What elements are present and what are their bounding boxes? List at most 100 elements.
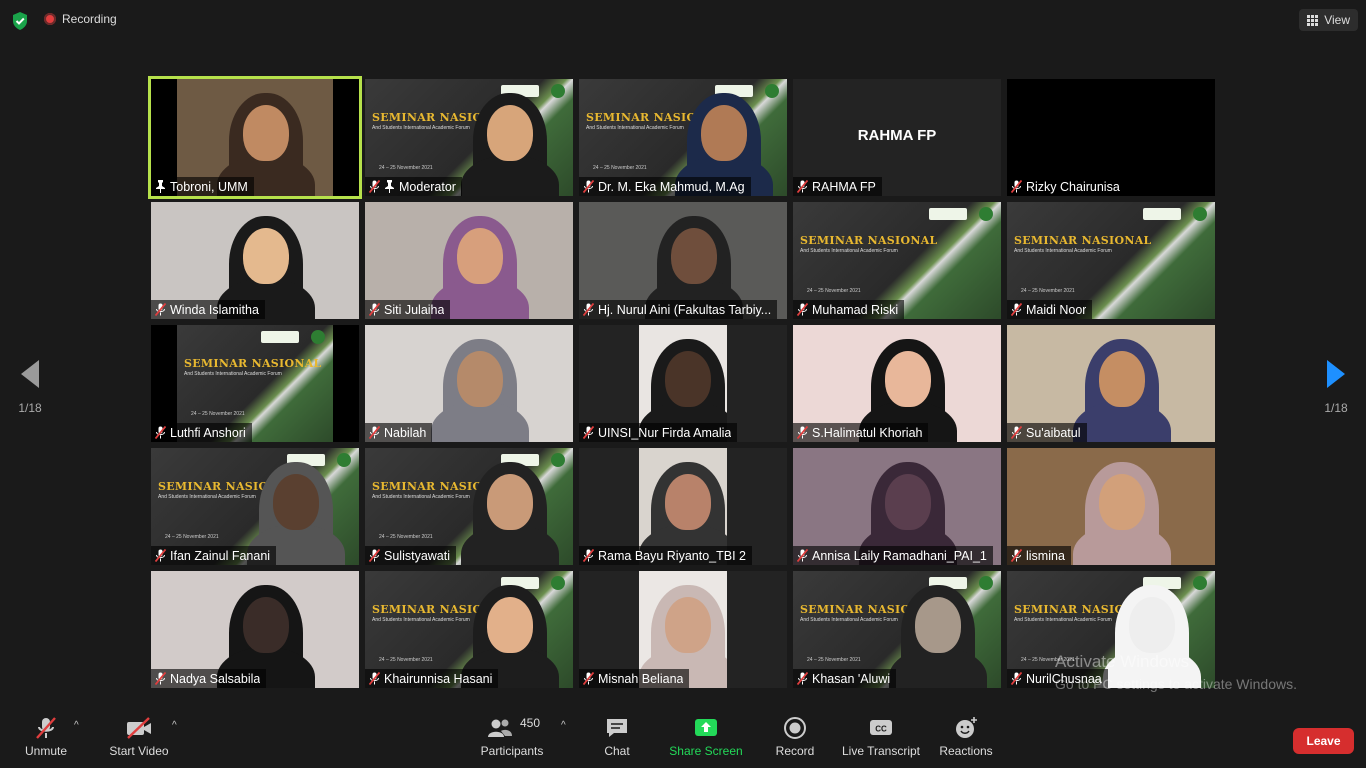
participant-tile[interactable]: SEMINAR NASIONAL And Students Internation…: [365, 79, 573, 196]
university-emblem-icon: [551, 453, 565, 467]
participant-tile[interactable]: SEMINAR NASIONAL And Students Internation…: [365, 571, 573, 688]
closed-caption-icon: CC: [840, 716, 922, 740]
participant-name: Moderator: [399, 179, 456, 194]
participant-name-label: UINSI_Nur Firda Amalia: [579, 423, 738, 442]
participants-options-chevron-icon[interactable]: ^: [561, 720, 566, 731]
slide-date: 24 – 25 November 2021: [807, 657, 861, 663]
participant-name-label: Rama Bayu Riyanto_TBI 2: [579, 546, 752, 565]
participant-tile[interactable]: SEMINAR NASIONAL And Students Internation…: [579, 79, 787, 196]
microphone-muted-icon: [369, 426, 380, 439]
participant-name: Rizky Chairunisa: [1026, 179, 1120, 194]
ftik-logo: [929, 208, 967, 220]
participant-tile[interactable]: SEMINAR NASIONAL And Students Internation…: [793, 202, 1001, 319]
slide-date: 24 – 25 November 2021: [379, 657, 433, 663]
security-shield-icon[interactable]: [10, 11, 30, 31]
start-video-button[interactable]: Start Video: [106, 716, 172, 758]
participant-tile[interactable]: Nadya Salsabila: [151, 571, 359, 688]
leave-button[interactable]: Leave: [1293, 728, 1354, 754]
participant-tile[interactable]: Rama Bayu Riyanto_TBI 2: [579, 448, 787, 565]
participant-name: Su'aibatul: [1026, 425, 1081, 440]
participant-video-person: [487, 474, 533, 530]
participant-video-person: [671, 228, 717, 284]
next-page-button[interactable]: 1/18: [1306, 360, 1366, 415]
share-screen-label: Share Screen: [669, 744, 743, 758]
chat-button[interactable]: Chat: [596, 716, 638, 758]
slide-date: 24 – 25 November 2021: [379, 534, 433, 540]
slide-date: 24 – 25 November 2021: [593, 165, 647, 171]
slide-subtitle: And Students International Academic Foru…: [1014, 248, 1112, 254]
participant-tile[interactable]: Winda Islamitha: [151, 202, 359, 319]
participant-tile[interactable]: SEMINAR NASIONAL And Students Internation…: [365, 448, 573, 565]
participant-name-label: Rizky Chairunisa: [1007, 177, 1126, 196]
live-transcript-button[interactable]: CC Live Transcript: [840, 716, 922, 758]
participant-tile[interactable]: Rizky Chairunisa: [1007, 79, 1215, 196]
smiley-plus-icon: [938, 716, 994, 740]
slide-subtitle: And Students International Academic Foru…: [800, 617, 898, 623]
slide-title: SEMINAR NASIONAL: [184, 357, 322, 370]
participant-name-label: lismina: [1007, 546, 1071, 565]
microphone-muted-icon: [1011, 549, 1022, 562]
microphone-muted-icon: [369, 303, 380, 316]
participant-name: Muhamad Riski: [812, 302, 899, 317]
participant-tile[interactable]: Misnah Beliana: [579, 571, 787, 688]
participant-name: Nadya Salsabila: [170, 671, 261, 686]
microphone-muted-icon: [369, 180, 380, 193]
participant-name-label: Annisa Laily Ramadhani_PAI_1: [793, 546, 993, 565]
participant-tile[interactable]: SEMINAR NASIONAL And Students Internation…: [1007, 202, 1215, 319]
participant-tile[interactable]: lismina: [1007, 448, 1215, 565]
video-options-chevron-icon[interactable]: ^: [172, 720, 177, 731]
university-emblem-icon: [765, 84, 779, 98]
slide-subtitle: And Students International Academic Foru…: [158, 494, 256, 500]
unmute-button[interactable]: Unmute: [18, 716, 74, 758]
reactions-button[interactable]: Reactions: [938, 716, 994, 758]
share-screen-icon: [668, 716, 744, 740]
previous-page-button[interactable]: 1/18: [0, 360, 60, 415]
participant-tile[interactable]: Hj. Nurul Aini (Fakultas Tarbiy...: [579, 202, 787, 319]
participant-name-label: Ifan Zainul Fanani: [151, 546, 277, 565]
participant-tile[interactable]: SEMINAR NASIONAL And Students Internation…: [151, 448, 359, 565]
participants-button[interactable]: 450 Participants: [478, 716, 546, 758]
grid-view-icon: [1307, 14, 1319, 26]
participant-tile[interactable]: Su'aibatul: [1007, 325, 1215, 442]
participant-name: Sulistyawati: [384, 548, 450, 563]
participant-tile[interactable]: Tobroni, UMM: [148, 76, 362, 199]
participant-name-label: Siti Julaiha: [365, 300, 451, 319]
slide-subtitle: And Students International Academic Foru…: [372, 494, 470, 500]
audio-options-chevron-icon[interactable]: ^: [74, 720, 79, 731]
participant-tile[interactable]: Siti Julaiha: [365, 202, 573, 319]
participant-tile[interactable]: Annisa Laily Ramadhani_PAI_1: [793, 448, 1001, 565]
unmute-label: Unmute: [24, 744, 68, 758]
participant-tile[interactable]: RAHMA FP RAHMA FP: [793, 79, 1001, 196]
participant-video-person: [665, 351, 711, 407]
participant-tile[interactable]: SEMINAR NASIONAL And Students Internation…: [793, 571, 1001, 688]
record-button[interactable]: Record: [772, 716, 818, 758]
participant-name-label: Luthfi Anshori: [151, 423, 252, 442]
participant-video-person: [665, 597, 711, 653]
participant-name: Maidi Noor: [1026, 302, 1087, 317]
participant-video-person: [487, 105, 533, 161]
record-label: Record: [775, 744, 815, 758]
video-camera-off-icon: [106, 716, 172, 740]
participant-tile[interactable]: UINSI_Nur Firda Amalia: [579, 325, 787, 442]
participant-tile[interactable]: S.Halimatul Khoriah: [793, 325, 1001, 442]
microphone-muted-icon: [797, 426, 808, 439]
participants-label: Participants: [480, 744, 544, 758]
recording-indicator[interactable]: Recording: [44, 12, 117, 26]
microphone-muted-icon: [155, 549, 166, 562]
participant-tile[interactable]: Nabilah: [365, 325, 573, 442]
participant-name: lismina: [1026, 548, 1065, 563]
participant-name-label: Nabilah: [365, 423, 433, 442]
participant-video-person: [1099, 351, 1145, 407]
view-button[interactable]: View: [1299, 9, 1358, 31]
participant-name: Dr. M. Eka Mahmud, M.Ag: [598, 179, 745, 194]
slide-subtitle: And Students International Academic Foru…: [586, 125, 684, 131]
participant-tile[interactable]: SEMINAR NASIONAL And Students Internation…: [151, 325, 359, 442]
university-emblem-icon: [551, 84, 565, 98]
slide-subtitle: And Students International Academic Foru…: [372, 125, 470, 131]
participant-name: UINSI_Nur Firda Amalia: [598, 425, 732, 440]
participant-name: S.Halimatul Khoriah: [812, 425, 923, 440]
participant-video-person: [457, 228, 503, 284]
share-screen-button[interactable]: Share Screen: [668, 716, 744, 758]
chat-bubble-icon: [596, 716, 638, 740]
participant-name-label: Hj. Nurul Aini (Fakultas Tarbiy...: [579, 300, 778, 319]
